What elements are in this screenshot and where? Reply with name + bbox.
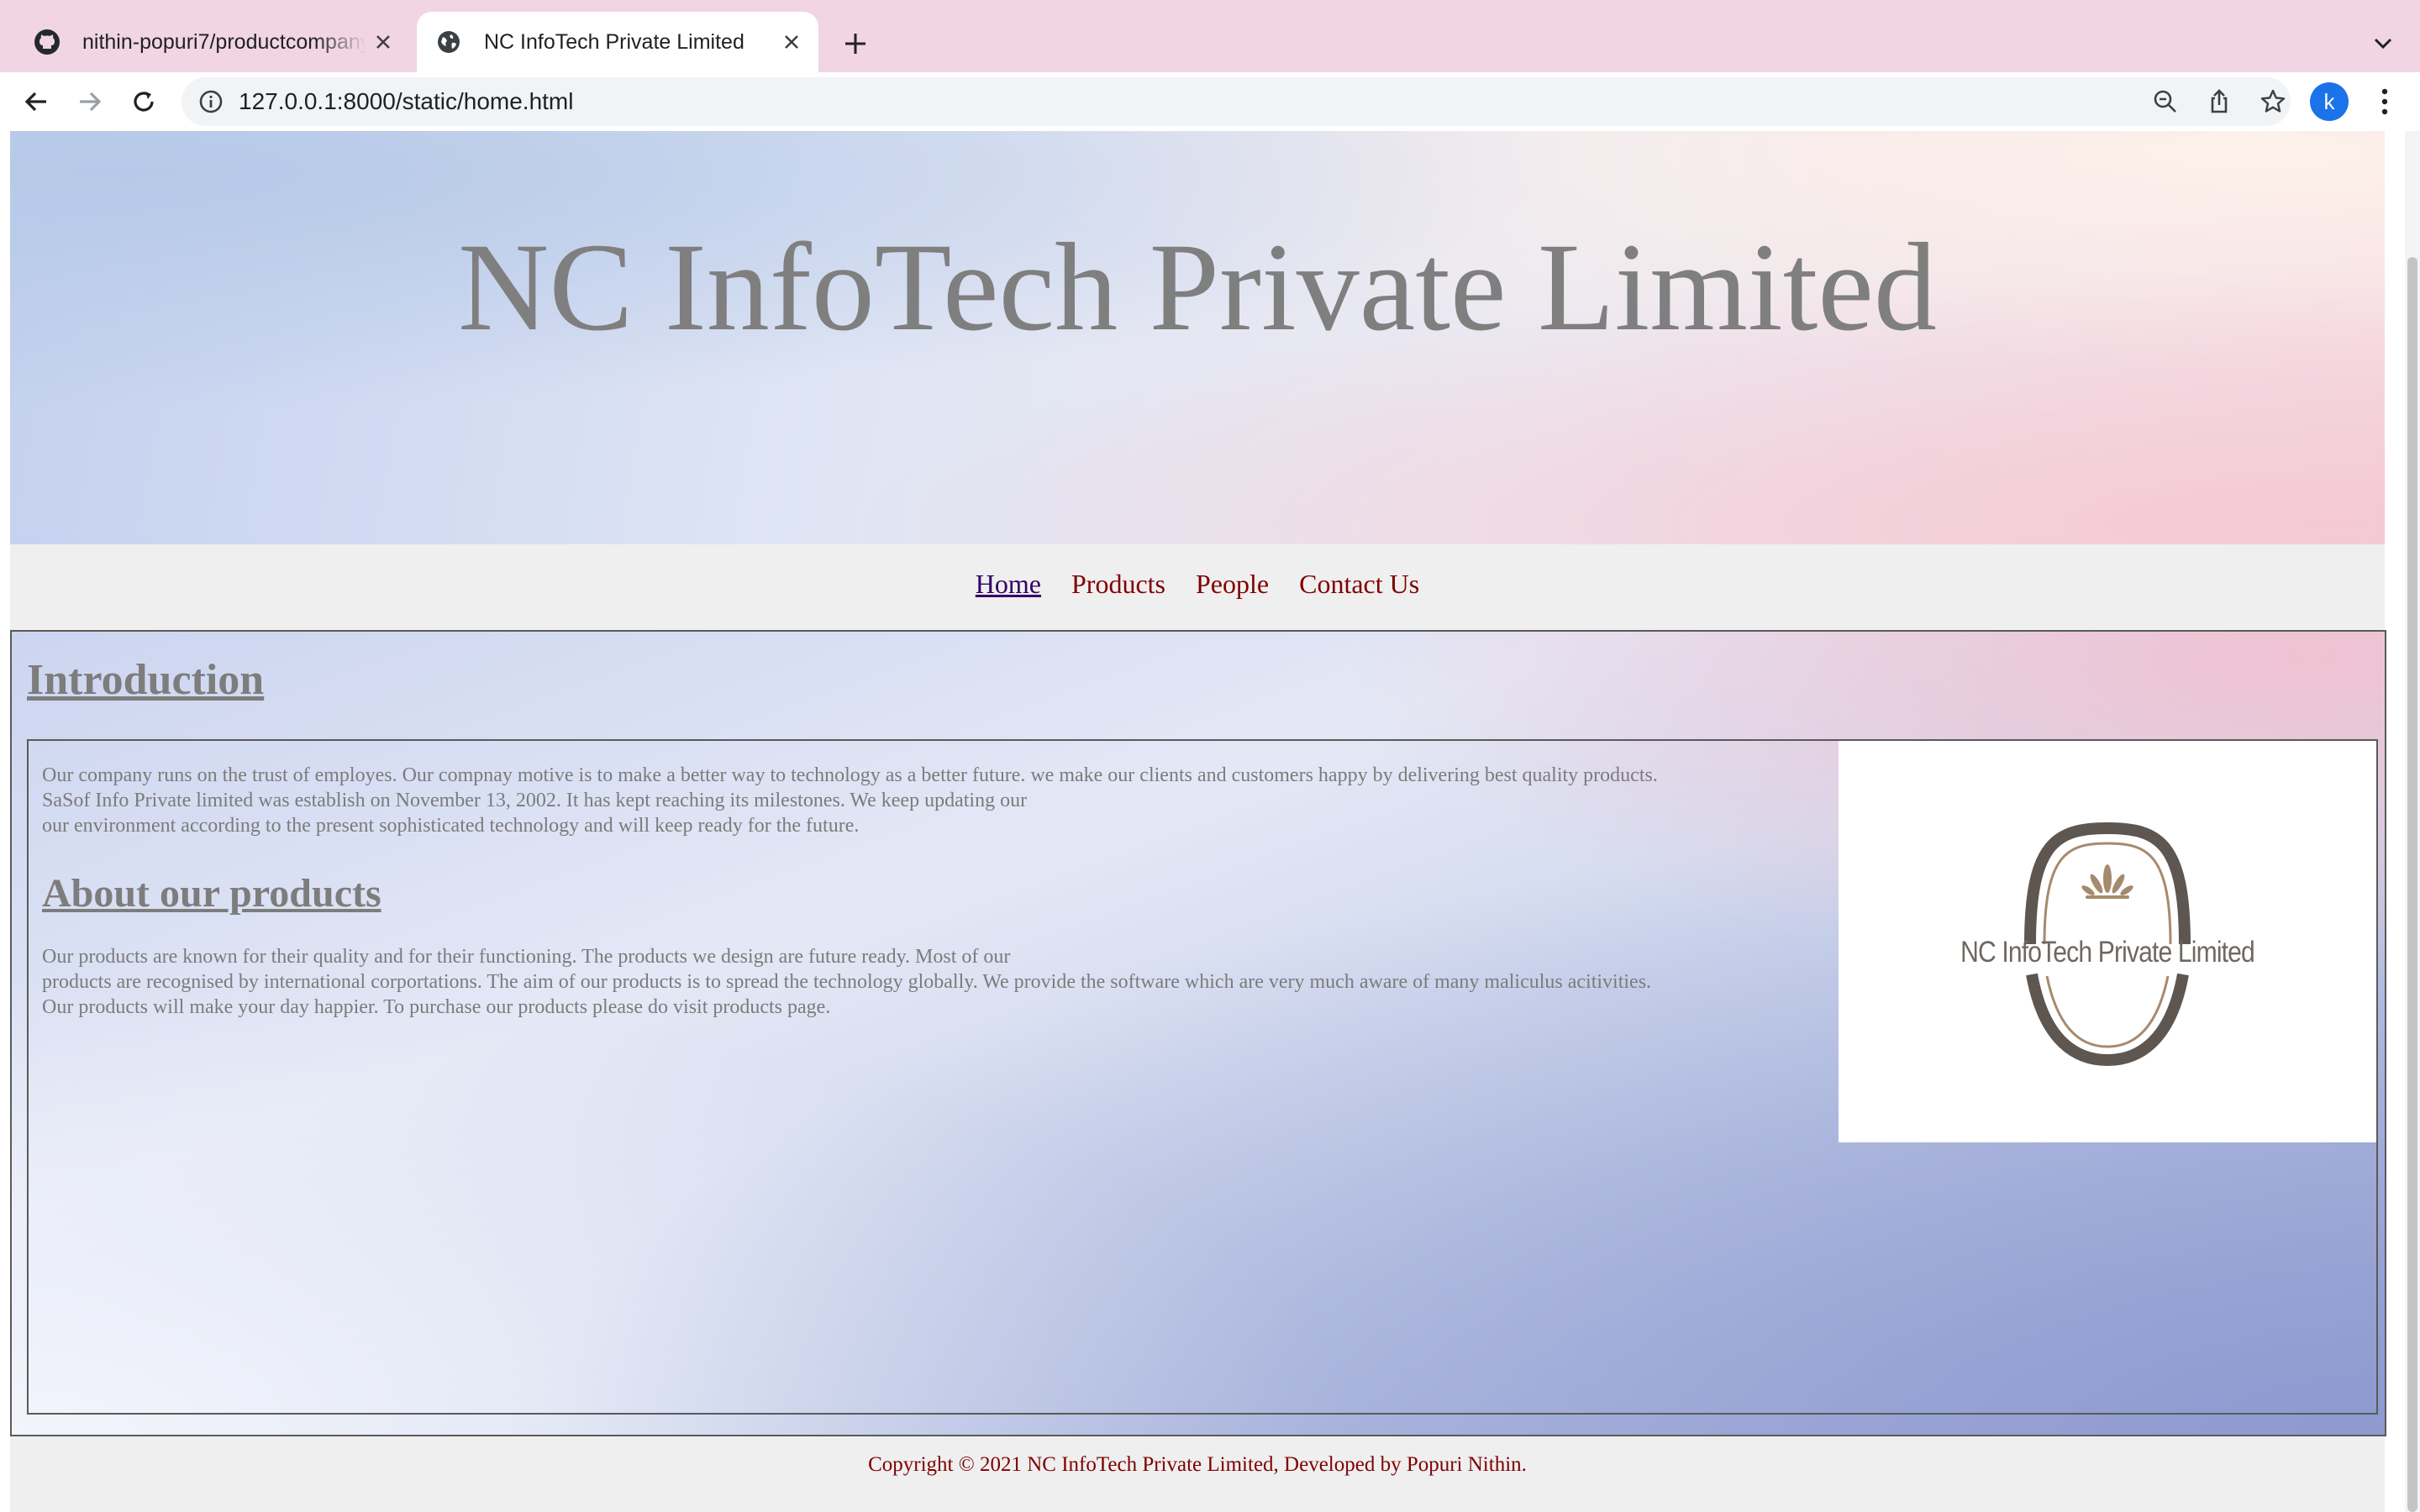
back-arrow-icon [24,92,46,112]
close-tab-icon[interactable] [775,25,808,59]
chevron-down-icon [2374,38,2392,50]
browser-tab-bar: nithin-popuri7/productcompany NC InfoTec… [0,0,2420,72]
paragraph-line: SaSof Info Private limited was establish… [42,790,1028,811]
url-text: 127.0.0.1:8000/static/home.html [239,88,574,114]
address-bar[interactable]: 127.0.0.1:8000/static/home.html [182,77,2291,126]
zoom-icon[interactable] [2148,84,2183,119]
page-viewport: NC InfoTech Private Limited Home Products… [0,131,2420,1512]
kebab-menu-icon [2381,88,2388,115]
logo-text: NC InfoTech Private Limited [1960,936,2255,969]
info-icon[interactable] [197,87,225,116]
tab-title: NC InfoTech Private Limited [484,29,744,54]
company-logo: NC InfoTech Private Limited [1839,741,2376,1142]
close-tab-icon[interactable] [366,25,400,59]
tab-search-button[interactable] [2363,24,2403,64]
paragraph-line: our environment according to the present… [42,815,860,837]
introduction-heading: Introduction [27,656,265,704]
products-heading: About our products [42,871,381,916]
copyright-text: Copyright © 2021 NC InfoTech Private Lim… [868,1453,1527,1476]
main-content: Introduction Our company runs on the tru… [10,630,2386,1436]
plus-icon [845,34,865,54]
globe-icon [435,29,462,55]
forward-button[interactable] [69,81,111,123]
github-icon [34,29,60,55]
site-nav: Home Products People Contact Us [10,544,2385,630]
nav-link-people[interactable]: People [1196,569,1269,599]
back-button[interactable] [15,81,57,123]
reload-icon [134,92,154,112]
content-frame: Our company runs on the trust of employe… [27,739,2378,1415]
site-title: NC InfoTech Private Limited [458,218,1937,357]
reload-button[interactable] [123,81,165,123]
tab-github-repo[interactable]: nithin-popuri7/productcompany [17,12,412,72]
new-tab-button[interactable] [835,24,876,64]
browser-menu-button[interactable] [2368,82,2402,121]
paragraph-line: Our products are known for their quality… [42,946,1011,968]
nav-link-home[interactable]: Home [976,569,1041,599]
site-header: NC InfoTech Private Limited [10,131,2385,544]
profile-avatar[interactable]: k [2310,82,2349,121]
site-footer: Copyright © 2021 NC InfoTech Private Lim… [10,1436,2385,1512]
nav-link-products[interactable]: Products [1071,569,1165,599]
scrollbar-thumb[interactable] [2407,257,2417,1512]
introduction-paragraph: Our company runs on the trust of employe… [42,763,1849,838]
browser-toolbar: 127.0.0.1:8000/static/home.html k [0,72,2420,131]
bookmark-star-icon[interactable] [2255,84,2291,119]
forward-arrow-icon [80,92,102,112]
share-icon[interactable] [2202,84,2237,119]
products-paragraph: Our products are known for their quality… [42,944,1849,1020]
paragraph-line: Our company runs on the trust of employe… [42,764,1658,786]
nav-link-contact-us[interactable]: Contact Us [1299,569,1419,599]
tab-title: nithin-popuri7/productcompany [82,29,366,54]
tab-nc-infotech[interactable]: NC InfoTech Private Limited [417,12,818,72]
paragraph-line: Our products will make your day happier.… [42,996,831,1018]
paragraph-line: products are recognised by international… [42,971,1652,993]
